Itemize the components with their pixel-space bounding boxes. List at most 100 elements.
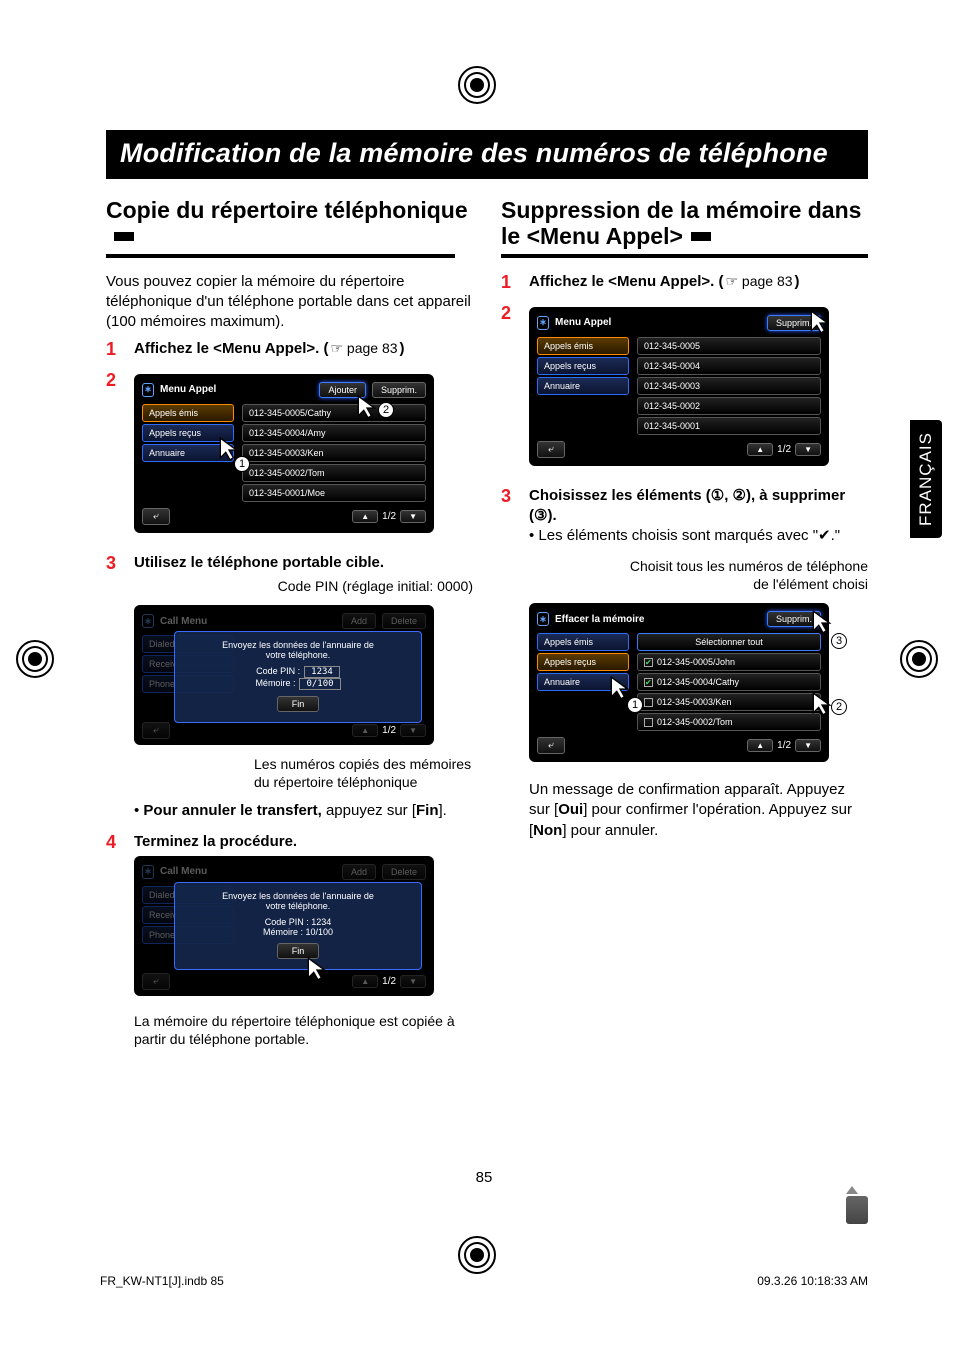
cursor-icon [807, 309, 833, 335]
list-item[interactable]: 012-345-0005/John [637, 653, 821, 671]
list-item[interactable]: 012-345-0003/Ken [242, 444, 426, 462]
callout-1: 1 [627, 697, 643, 713]
heading-rule [106, 254, 455, 258]
footer-left: FR_KW-NT1[J].indb 85 [100, 1274, 224, 1288]
bluetooth-icon: ∗ [142, 865, 154, 879]
back-button[interactable]: ⤶ [142, 508, 170, 525]
callout-1: 1 [234, 456, 250, 472]
callout-2: 2 [831, 699, 847, 715]
dialog-text: Envoyez les données de l'annuaire de [185, 891, 411, 901]
page-down-button[interactable]: ▼ [795, 443, 821, 456]
list-item[interactable]: 012-345-0004/Amy [242, 424, 426, 442]
step-1: 1 Affichez le <Menu Appel>. (☞ page 83) [106, 339, 473, 360]
registration-mark-left [16, 640, 54, 678]
note-check-mark: Les éléments choisis sont marqués avec "… [529, 526, 868, 546]
window-title: Call Menu [160, 866, 207, 877]
select-all-button[interactable]: Sélectionner tout [637, 633, 821, 651]
delete-button: Delete [382, 613, 426, 629]
step-number: 2 [106, 370, 134, 543]
window-title: Call Menu [160, 616, 207, 627]
banner-title: Modification de la mémoire des numéros d… [120, 138, 854, 169]
list-item[interactable]: 012-345-0003 [637, 377, 821, 395]
list-item[interactable]: 012-345-0002 [637, 397, 821, 415]
page-down-button[interactable]: ▼ [795, 739, 821, 752]
tab-received[interactable]: Appels reçus [537, 357, 629, 375]
registration-mark-right [900, 640, 938, 678]
list-item[interactable]: 012-345-0002/Tom [242, 464, 426, 482]
pin-label: Code PIN : [256, 666, 300, 676]
page-up-button[interactable]: ▲ [747, 739, 773, 752]
finish-button[interactable]: Fin [277, 696, 320, 712]
list-item[interactable]: 012-345-0004/Cathy [637, 673, 821, 691]
step-number: 1 [501, 272, 529, 293]
page-ref: ☞ page 83 [723, 272, 794, 291]
list-item[interactable]: 012-345-0003/Ken [637, 693, 821, 711]
registration-mark-bottom [458, 1236, 496, 1274]
caption-select-all: Choisit tous les numéros de téléphone de… [629, 557, 868, 593]
back-button[interactable]: ⤶ [537, 441, 565, 458]
step3-instruction: Choisissez les éléments (①, ②), à suppri… [529, 487, 845, 524]
page-number: 85 [476, 1169, 493, 1186]
step-number: 2 [501, 303, 529, 476]
cursor-icon [354, 394, 380, 420]
registration-mark-top [458, 66, 496, 104]
list-item[interactable]: 012-345-0001 [637, 417, 821, 435]
transfer-dialog: Envoyez les données de l'annuaire de vot… [174, 882, 422, 970]
tab-received[interactable]: Appels reçus [537, 653, 629, 671]
pin-label: Code PIN : 1234 [185, 917, 411, 927]
tab-dialed[interactable]: Appels émis [537, 633, 629, 651]
step-number: 1 [106, 339, 134, 360]
tab-dialed[interactable]: Appels émis [537, 337, 629, 355]
list-item[interactable]: 012-345-0005/Cathy [242, 404, 426, 422]
delete-button: Delete [382, 864, 426, 880]
page-up-button[interactable]: ▲ [747, 443, 773, 456]
memory-label: Mémoire : [255, 678, 295, 688]
bluetooth-icon: ∗ [142, 614, 154, 628]
page-banner: Modification de la mémoire des numéros d… [106, 130, 868, 179]
screenshot-copy-transfer: ∗Call Menu Add Delete Dialed Receiv Phon… [134, 605, 434, 745]
caption-copied: Les numéros copiés des mémoires du réper… [254, 755, 473, 791]
screenshot-copy-menu: ∗Menu Appel Ajouter Supprim. Appels émis… [134, 374, 434, 533]
language-tab: FRANÇAIS [910, 420, 942, 538]
left-intro: Vous pouvez copier la mémoire du réperto… [106, 272, 473, 333]
callout-3: 3 [831, 633, 847, 649]
back-button[interactable]: ⤶ [537, 737, 565, 754]
delete-button[interactable]: Supprim. [372, 382, 426, 398]
bluetooth-icon: ∗ [142, 383, 154, 397]
dialog-text: votre téléphone. [185, 650, 411, 660]
back-button: ⤶ [142, 722, 170, 739]
step-number: 3 [106, 553, 134, 822]
screenshot-delete-select: ∗Effacer la mémoire Supprim. Appels émis… [529, 603, 829, 762]
pin-field: 1234 [304, 666, 340, 678]
tab-phonebook[interactable]: Annuaire [537, 377, 629, 395]
list-item[interactable]: 012-345-0001/Moe [242, 484, 426, 502]
heading-rule [501, 254, 868, 258]
step-2: 2 ∗Menu Appel Supprim. Appels émis012-34… [501, 303, 868, 476]
left-heading: Copie du répertoire téléphonique [106, 197, 473, 250]
step-3: 3 Choisissez les éléments (①, ②), à supp… [501, 486, 868, 841]
footer-right: 09.3.26 10:18:33 AM [757, 1274, 868, 1288]
step-1: 1 Affichez le <Menu Appel>. (☞ page 83) [501, 272, 868, 293]
list-item[interactable]: 012-345-0004 [637, 357, 821, 375]
tab-dialed[interactable]: Appels émis [142, 404, 234, 422]
list-item[interactable]: 012-345-0002/Tom [637, 713, 821, 731]
note-cancel-transfer: Pour annuler le transfert, appuyez sur [… [134, 801, 473, 821]
step-2: 2 ∗Menu Appel Ajouter Supprim. Ap [106, 370, 473, 543]
dialog-text: Envoyez les données de l'annuaire de [185, 640, 411, 650]
page-down-button[interactable]: ▼ [400, 510, 426, 523]
window-title: Menu Appel [160, 384, 216, 395]
pager-text: 1/2 [777, 740, 791, 751]
list-item[interactable]: 012-345-0005 [637, 337, 821, 355]
memory-field: 0/100 [299, 678, 340, 690]
bluetooth-icon: ∗ [537, 612, 549, 626]
transfer-dialog: Envoyez les données de l'annuaire de vot… [174, 631, 422, 723]
cursor-icon [304, 956, 330, 982]
pager-text: 1/2 [382, 511, 396, 522]
page-up-button[interactable]: ▲ [352, 510, 378, 523]
confirm-paragraph: Un message de confirmation apparaît. App… [529, 780, 868, 841]
window-title: Effacer la mémoire [555, 614, 645, 625]
callout-2: 2 [378, 402, 394, 418]
step-number: 3 [501, 486, 529, 841]
cursor-icon [809, 609, 835, 635]
caption-step4: La mémoire du répertoire téléphonique es… [134, 1012, 473, 1048]
